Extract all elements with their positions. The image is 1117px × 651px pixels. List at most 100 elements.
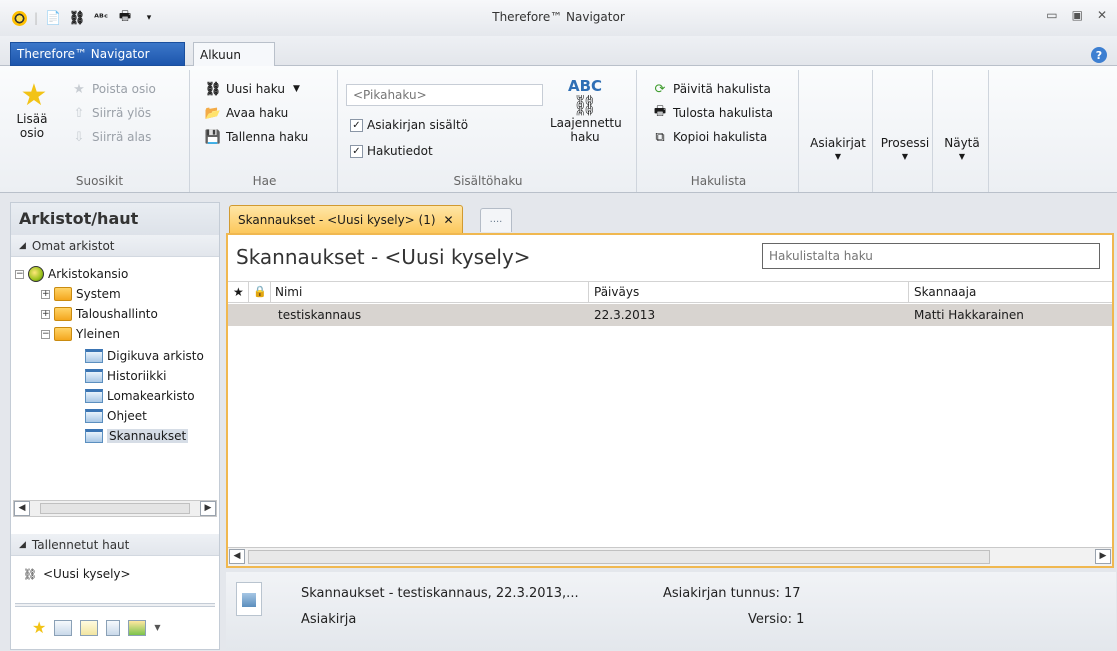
tree-node-historiikki[interactable]: Historiikki (85, 367, 167, 385)
tree-node-skannaukset[interactable]: Skannaukset (85, 427, 189, 445)
archive-tree: − Arkistokansio + System + Taloushallint… (11, 257, 219, 507)
collapse-icon[interactable]: − (15, 269, 24, 279)
star-add-icon: ★ (20, 78, 48, 113)
pane-title: Arkistot/haut (11, 203, 219, 235)
tree-node-ohjeet[interactable]: Ohjeet (85, 407, 147, 425)
chevron-down-icon: ▼ (958, 152, 966, 161)
add-section-button[interactable]: ★ Lisää osio (14, 78, 54, 141)
doc-content-checkbox[interactable]: ✓ Asiakirjan sisältö (350, 118, 468, 132)
minimize-icon[interactable]: ▭ (1046, 8, 1057, 22)
scroll-thumb[interactable] (40, 503, 190, 514)
arrow-down-icon: ⇩ (73, 129, 85, 145)
tree-node-digikuva[interactable]: Digikuva arkisto (85, 347, 204, 365)
scroll-left-icon[interactable]: ◀ (14, 501, 30, 516)
saved-searches-section[interactable]: ◢ Tallennetut haut (11, 534, 219, 556)
cell-name: testiskannaus (278, 308, 362, 322)
scroll-right-icon[interactable]: ▶ (200, 501, 216, 516)
document-thumbnail-icon[interactable] (236, 582, 262, 616)
hitlist-search-input[interactable] (762, 243, 1100, 269)
expand-icon[interactable]: + (41, 289, 50, 299)
tree-horizontal-scrollbar[interactable]: ◀ ▶ (13, 500, 217, 517)
favorites-star-icon[interactable]: ★ (32, 618, 46, 637)
document-tabstrip: Skannaukset - <Uusi kysely> (1) ✕ .... (226, 200, 1116, 234)
scroll-thumb[interactable] (248, 550, 990, 564)
tab-alkuun[interactable]: Alkuun (193, 42, 275, 67)
pane-divider[interactable] (15, 603, 215, 607)
save-search-button[interactable]: 💾 Tallenna haku (204, 128, 308, 146)
group-hitlist: ⟳ Päivitä hakulista 🖶 Tulosta hakulista … (639, 70, 799, 192)
arrow-up-icon: ⇧ (73, 105, 85, 121)
extended-search-label: Laajennettu haku (550, 116, 622, 144)
cell-date: 22.3.2013 (594, 308, 656, 322)
scroll-right-icon[interactable]: ▶ (1095, 549, 1111, 564)
archive-icon (85, 369, 103, 383)
save-disk-icon: 💾 (204, 129, 222, 145)
column-header-date[interactable]: Päiväys (594, 285, 639, 299)
help-icon[interactable]: ? (1091, 47, 1107, 63)
tree-node-lomakearkisto[interactable]: Lomakearkisto (85, 387, 195, 405)
group-content-search: ✓ Asiakirjan sisältö ✓ Hakutiedot ABC ⛓ … (340, 70, 637, 192)
close-tab-icon[interactable]: ✕ (444, 213, 454, 227)
folder-icon (54, 287, 72, 301)
tree-node-system[interactable]: + System (41, 285, 121, 303)
star-remove-icon: ★ (73, 81, 85, 97)
clipboard-view-icon[interactable] (106, 619, 121, 636)
documents-menu-button[interactable]: Asiakirjat ▼ (805, 136, 871, 164)
view-menu-button[interactable]: Näytä ▼ (937, 136, 987, 164)
new-tab-button[interactable]: .... (480, 208, 512, 232)
archive-icon (85, 349, 103, 363)
group-documents: Asiakirjat ▼ (801, 70, 873, 192)
checkbox-checked-icon: ✓ (350, 144, 363, 158)
collapse-triangle-icon: ◢ (19, 240, 26, 251)
archives-pane: Arkistot/haut ◢ Omat arkistot − Arkistok… (10, 202, 220, 650)
collapse-icon[interactable]: − (41, 329, 50, 339)
my-archives-section[interactable]: ◢ Omat arkistot (11, 235, 219, 257)
tab-skannaukset-query[interactable]: Skannaukset - <Uusi kysely> (1) ✕ (229, 205, 463, 233)
restore-icon[interactable]: ▣ (1072, 8, 1083, 22)
app-menu-button[interactable]: Therefore™ Navigator (10, 42, 185, 66)
preview-title: Skannaukset - testiskannaus, 22.3.2013,.… (301, 586, 579, 601)
process-menu-button[interactable]: Prosessi ▼ (877, 136, 933, 164)
expand-icon[interactable]: + (41, 309, 50, 319)
more-options-icon[interactable]: ▼ (154, 623, 160, 632)
new-search-button[interactable]: ⛓ Uusi haku ▼ (204, 80, 300, 98)
document-version: Versio: 1 (748, 612, 805, 627)
quick-search-input[interactable] (346, 84, 543, 106)
group-label: Suosikit (75, 174, 124, 188)
open-search-button[interactable]: 📂 Avaa haku (204, 104, 288, 122)
favorite-column-icon[interactable]: ★ (233, 285, 244, 299)
tree-root[interactable]: − Arkistokansio (15, 265, 128, 283)
archives-view-icon[interactable] (54, 619, 73, 636)
ribbon: ★ Lisää osio ★ Poista osio ⇧ Siirrä ylös… (0, 66, 1117, 193)
column-header-scanner[interactable]: Skannaaja (914, 285, 976, 299)
archive-icon (85, 409, 103, 423)
search-info-checkbox[interactable]: ✓ Hakutiedot (350, 144, 433, 158)
scroll-left-icon[interactable]: ◀ (229, 549, 245, 564)
extended-search-button[interactable]: ABC ⛓ Laajennettu haku (542, 78, 628, 144)
tree-node-yleinen[interactable]: − Yleinen (41, 325, 120, 343)
column-header-name[interactable]: Nimi (275, 285, 302, 299)
abc-binoculars-icon: ABC (567, 77, 603, 95)
copy-icon: ⧉ (655, 129, 665, 145)
folder-icon (54, 307, 72, 321)
workflow-view-icon[interactable] (128, 619, 147, 636)
archive-icon (85, 389, 103, 403)
print-hitlist-button[interactable]: 🖶 Tulosta hakulista (651, 104, 773, 122)
table-row[interactable]: testiskannaus 22.3.2013 Matti Hakkaraine… (228, 304, 1112, 326)
pane-switcher: ★ ▼ (32, 618, 161, 637)
refresh-hitlist-button[interactable]: ⟳ Päivitä hakulista (651, 80, 771, 98)
storage-view-icon[interactable] (80, 619, 99, 636)
move-down-button[interactable]: ⇩ Siirrä alas (70, 128, 152, 146)
chevron-down-icon: ▼ (834, 152, 842, 161)
refresh-icon: ⟳ (654, 81, 666, 97)
move-up-button[interactable]: ⇧ Siirrä ylös (70, 104, 152, 122)
saved-search-item[interactable]: ⛓ <Uusi kysely> (21, 565, 131, 583)
close-icon[interactable]: ✕ (1097, 8, 1107, 22)
hitlist-horizontal-scrollbar[interactable]: ◀ ▶ (228, 547, 1112, 566)
tree-node-taloushallinto[interactable]: + Taloushallinto (41, 305, 158, 323)
hitlist-title: Skannaukset - <Uusi kysely> (236, 245, 531, 269)
copy-hitlist-button[interactable]: ⧉ Kopioi hakulista (651, 128, 767, 146)
remove-section-button[interactable]: ★ Poista osio (70, 80, 156, 98)
archive-icon (85, 429, 103, 443)
lock-column-icon[interactable]: 🔒 (253, 285, 267, 298)
